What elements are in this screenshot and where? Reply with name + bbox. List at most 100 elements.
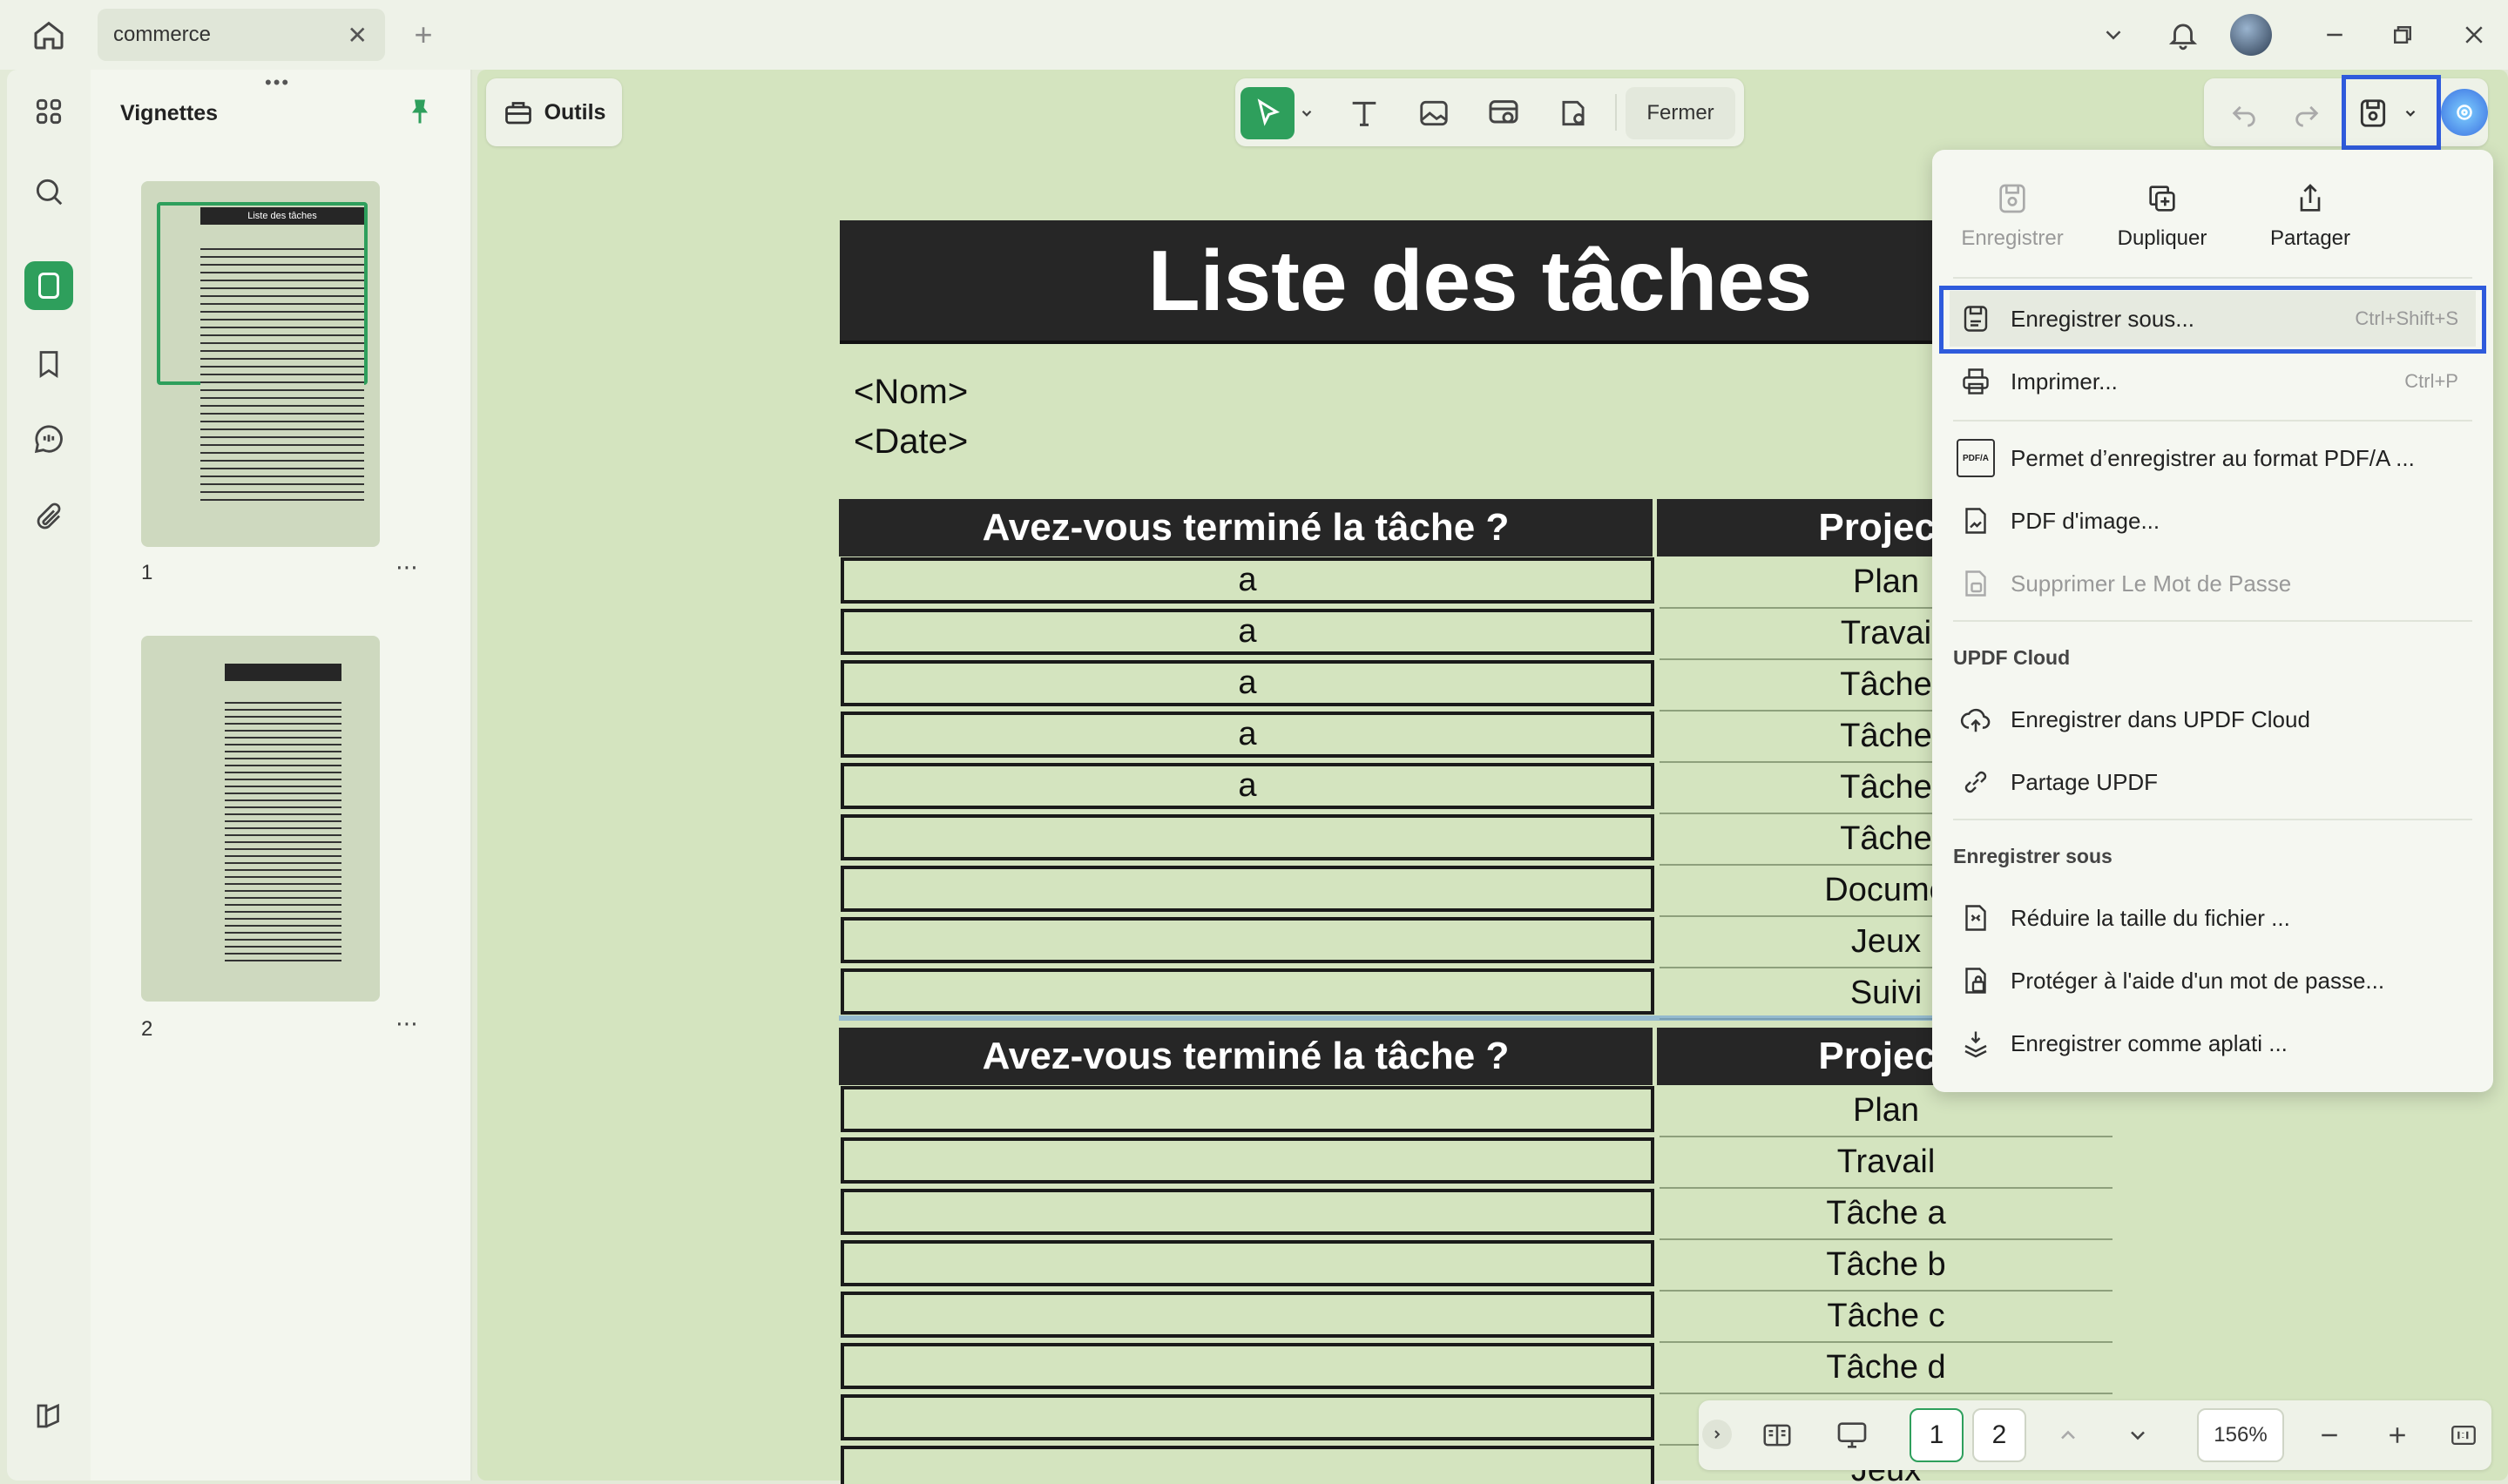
presentation-icon[interactable]: [1826, 1409, 1878, 1461]
thumb-table-lines: [225, 697, 341, 967]
stamp-tool-icon[interactable]: [1547, 87, 1599, 139]
cloud-section-title: UPDF Cloud: [1953, 646, 2070, 670]
duplicate-action[interactable]: Dupliquer: [2094, 172, 2230, 260]
bottom-navigation-bar: 1 2 156%: [1699, 1400, 2491, 1470]
home-icon[interactable]: [24, 10, 73, 59]
actual-size-icon[interactable]: [2437, 1409, 2490, 1461]
protect-password-item[interactable]: Protéger à l'aide d'un mot de passe...: [1950, 953, 2476, 1008]
expand-icon[interactable]: [1702, 1420, 1732, 1449]
cloud-upload-icon: [1957, 700, 1995, 739]
annotation-toolbar: Fermer: [1235, 78, 1744, 146]
page-number-2: 2: [141, 1017, 152, 1042]
cloud-save-item[interactable]: Enregistrer dans UPDF Cloud: [1950, 691, 2476, 747]
flatten-label: Enregistrer comme aplati ...: [2011, 1030, 2288, 1057]
cursor-icon: [1252, 98, 1283, 129]
name-placeholder: <Nom>: [854, 373, 968, 412]
close-tab-icon[interactable]: ✕: [348, 21, 368, 50]
task-cell: [841, 1240, 1654, 1286]
bookmark-icon[interactable]: [24, 340, 73, 388]
comments-icon[interactable]: [24, 415, 73, 463]
redo-icon[interactable]: [2281, 87, 2333, 139]
flatten-item[interactable]: Enregistrer comme aplati ...: [1950, 1015, 2476, 1071]
table1-header-task: Avez-vous terminé la tâche ?: [839, 499, 1653, 556]
project-cell: Tâche c: [1660, 1292, 2113, 1343]
tab-title: commerce: [113, 23, 211, 47]
text-tool-icon[interactable]: [1338, 87, 1390, 139]
menu-divider: [1953, 277, 2472, 279]
new-tab-icon[interactable]: +: [399, 10, 448, 59]
apps-grid-icon[interactable]: [24, 87, 73, 136]
print-label: Imprimer...: [2011, 368, 2118, 395]
page-thumbnail-2[interactable]: [141, 636, 380, 1002]
toolbar-divider: [1615, 94, 1617, 131]
drag-handle[interactable]: •••: [265, 71, 290, 94]
zoom-level[interactable]: 156%: [2197, 1408, 2284, 1462]
task-cell: [841, 1446, 1654, 1484]
page-thumbnail-1[interactable]: Liste des tâches: [141, 181, 380, 547]
task-cell: [841, 1189, 1654, 1235]
save-pdfa-item[interactable]: PDF/A Permet d’enregistrer au format PDF…: [1950, 430, 2476, 486]
zoom-in-icon[interactable]: [2371, 1409, 2423, 1461]
select-tool-button[interactable]: [1240, 87, 1295, 139]
compress-icon: [1957, 899, 1995, 937]
project-cell: Tâche d: [1660, 1343, 2113, 1394]
project-cell: Travail: [1660, 1137, 2113, 1189]
restore-icon[interactable]: [2378, 10, 2427, 59]
next-page-icon[interactable]: [2112, 1409, 2164, 1461]
reduce-size-label: Réduire la taille du fichier ...: [2011, 905, 2290, 932]
avatar[interactable]: [2230, 14, 2272, 56]
task-cell: a: [841, 609, 1654, 655]
task-cell: [841, 968, 1654, 1015]
task-cell: [841, 1137, 1654, 1184]
date-placeholder: <Date>: [854, 422, 968, 462]
tools-button[interactable]: Outils: [486, 78, 622, 146]
page-break: [839, 1015, 2111, 1021]
page-button-2[interactable]: 2: [1972, 1408, 2026, 1462]
ai-assistant-icon[interactable]: [2441, 89, 2488, 136]
link-tool-icon[interactable]: [1477, 87, 1530, 139]
zoom-out-icon[interactable]: [2303, 1409, 2356, 1461]
minimize-icon[interactable]: [2310, 10, 2359, 59]
more-options-icon[interactable]: ⋯: [395, 554, 418, 581]
more-options-icon[interactable]: ⋯: [395, 1010, 418, 1037]
print-item[interactable]: Imprimer... Ctrl+P: [1950, 354, 2476, 409]
share-label: Partager: [2270, 226, 2350, 251]
save-pdfa-label: Permet d’enregistrer au format PDF/A ...: [2011, 445, 2415, 472]
unlock-icon: [1957, 564, 1995, 603]
lock-icon: [1957, 961, 1995, 1000]
chevron-down-icon[interactable]: [2089, 10, 2138, 59]
document-tab[interactable]: commerce ✕: [98, 9, 385, 61]
flatten-icon: [1957, 1024, 1995, 1062]
image-pdf-item[interactable]: PDF d'image...: [1950, 493, 2476, 549]
save-as-highlight-box: [1939, 286, 2486, 354]
duplicate-label: Dupliquer: [2118, 226, 2207, 251]
attachment-icon[interactable]: [24, 493, 73, 542]
save-action[interactable]: Enregistrer: [1944, 172, 2080, 260]
pdfa-icon: PDF/A: [1957, 439, 1995, 477]
page-button-1[interactable]: 1: [1910, 1408, 1964, 1462]
image-tool-icon[interactable]: [1408, 87, 1460, 139]
task-cell: [841, 1394, 1654, 1440]
task-cell: a: [841, 557, 1654, 604]
task-cell: [841, 1343, 1654, 1389]
thumbnails-icon[interactable]: [24, 261, 73, 310]
pin-icon[interactable]: [404, 96, 436, 132]
remove-password-item[interactable]: Supprimer Le Mot de Passe: [1950, 556, 2476, 611]
page-layout-icon[interactable]: [1751, 1409, 1803, 1461]
close-edit-button[interactable]: Fermer: [1626, 87, 1735, 139]
share-action[interactable]: Partager: [2242, 172, 2378, 260]
save-highlight-box: [2342, 75, 2441, 150]
search-icon[interactable]: [24, 167, 73, 216]
sidebar-toggle-icon[interactable]: [24, 1392, 73, 1440]
print-shortcut: Ctrl+P: [2404, 370, 2458, 393]
select-tool-dropdown-icon[interactable]: [1296, 96, 1317, 131]
close-window-icon[interactable]: [2450, 10, 2498, 59]
undo-icon[interactable]: [2218, 87, 2270, 139]
reduce-size-item[interactable]: Réduire la taille du fichier ...: [1950, 890, 2476, 946]
task-cell: [841, 1292, 1654, 1338]
previous-page-icon[interactable]: [2042, 1409, 2094, 1461]
notification-bell-icon[interactable]: [2159, 10, 2207, 59]
link-icon: [1957, 763, 1995, 801]
task-cell: a: [841, 763, 1654, 809]
cloud-share-item[interactable]: Partage UPDF: [1950, 754, 2476, 810]
